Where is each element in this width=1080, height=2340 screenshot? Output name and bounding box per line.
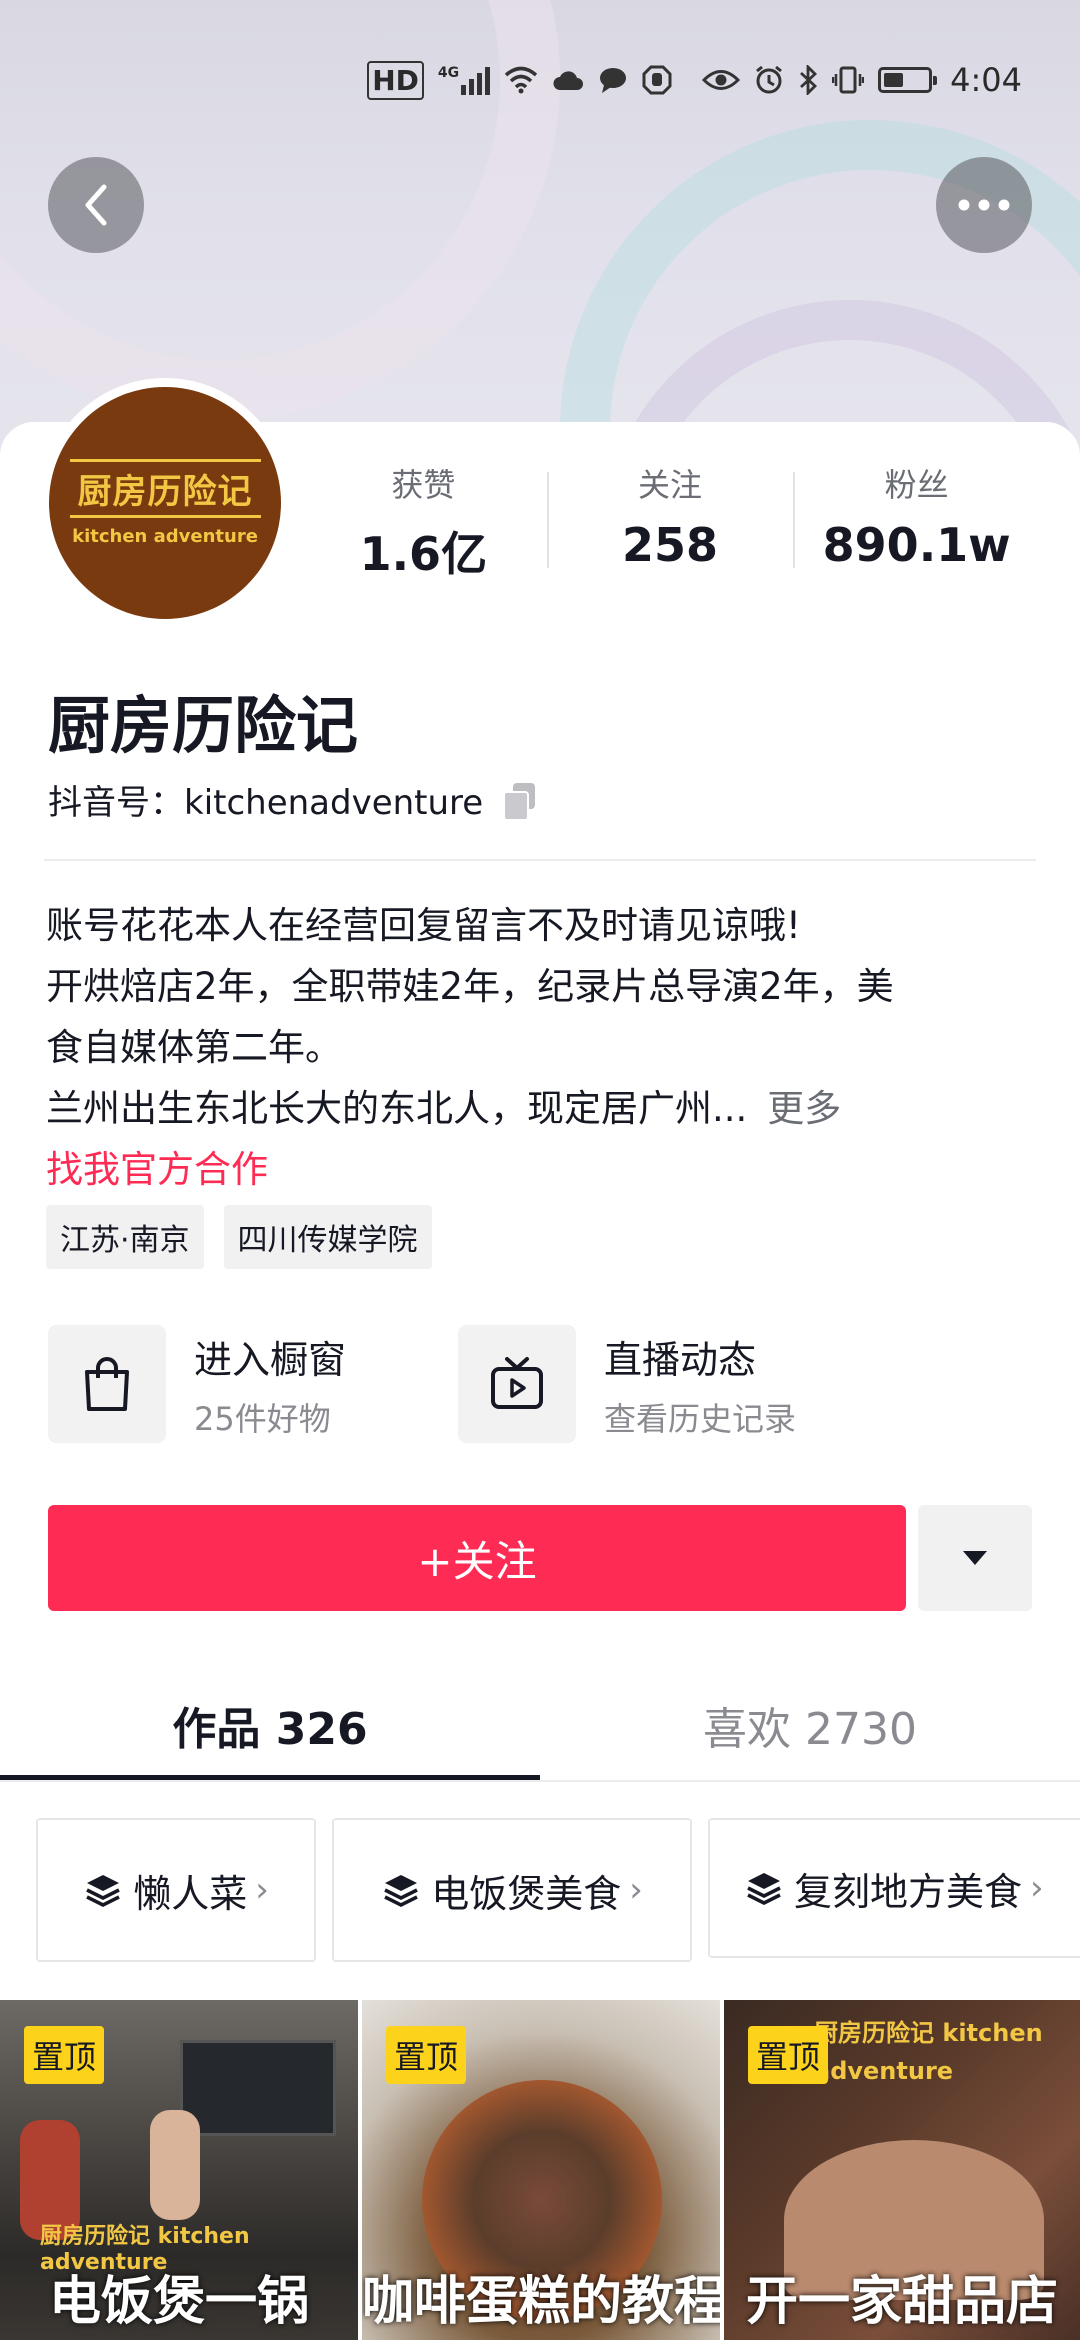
chevron-right-icon: › [629,1870,643,1910]
layers-icon [86,1875,120,1907]
video-grid: 厨房历险记 kitchen adventure 置顶 电饭煲一锅 置顶 咖啡蛋糕… [0,2000,1080,2340]
collections-row: 懒人菜 › 电饭煲美食 › 复刻地方美食 › [36,1818,1080,1962]
battery-icon [878,67,938,93]
vibrate-icon [832,65,865,95]
content-tabs: 作品 326 喜欢 2730 [0,1670,1080,1780]
chevron-right-icon: › [1030,1868,1044,1908]
cloud-icon [552,68,584,92]
tabs-divider [0,1780,1080,1782]
more-options-button[interactable] [936,157,1032,253]
collection-label: 复刻地方美食 [794,1869,1023,1914]
account-id-row: 抖音号：kitchenadventure [48,775,537,824]
status-time: 4:04 [950,61,1022,99]
hd-icon: HD [367,60,424,100]
divider [44,859,1036,861]
pinned-badge: 置顶 [748,2026,829,2084]
shop-window-shortcut[interactable]: 进入橱窗 25件好物 [48,1325,346,1443]
shopping-bag-icon [85,1357,129,1411]
eye-icon [702,67,741,93]
bio-line: 开烘焙店2年，全职带娃2年，纪录片总导演2年，美 [46,965,894,1008]
bio-line: 食自媒体第二年。 [46,1026,342,1069]
stat-likes[interactable]: 获赞 1.6亿 [300,460,547,581]
ellipsis-icon [958,199,1010,211]
avatar-logo-text: 厨房历险记 [69,459,261,518]
shortcut-title: 进入橱窗 [194,1337,347,1382]
shortcut-subtitle: 25件好物 [194,1399,331,1438]
bio-more-link[interactable]: 更多 [767,1087,841,1130]
recommend-dropdown-button[interactable] [918,1505,1032,1611]
pinned-badge: 置顶 [24,2026,105,2084]
shop-window-icon-box [48,1325,166,1443]
stat-followers[interactable]: 粉丝 890.1w [793,460,1040,580]
avatar-image: 厨房历险记 kitchen adventure [49,387,281,619]
bio-line-last: 兰州出生东北长大的东北人，现定居广州... 更多 [46,1078,1036,1139]
stat-label: 关注 [638,466,703,504]
video-thumbnail[interactable]: 置顶 咖啡蛋糕的教程 [362,2000,720,2340]
stat-value: 890.1w [822,518,1011,572]
shortcut-subtitle: 查看历史记录 [604,1399,797,1438]
back-button[interactable] [48,157,144,253]
network-type: 4G [437,65,460,81]
signal-icon: 4G [437,65,491,95]
video-caption: 电饭煲一锅 [48,2272,309,2332]
stat-label: 获赞 [391,466,456,504]
triangle-down-icon [963,1551,987,1565]
thumbnail-scene [150,2110,200,2220]
copy-icon[interactable] [503,782,537,821]
tag-school[interactable]: 四川传媒学院 [223,1205,432,1269]
collection-label: 电饭煲美食 [431,1871,622,1916]
thumbnail-scene [180,2040,336,2136]
chat-icon [598,66,628,94]
video-thumbnail[interactable]: 厨房历险记 kitchen adventure 置顶 开一家甜品店 [724,2000,1080,2340]
tag-location[interactable]: 江苏·南京 [46,1205,204,1269]
hand-icon [642,65,672,95]
profile-tags: 江苏·南京 四川传媒学院 [46,1205,432,1269]
profile-name: 厨房历险记 [48,689,359,762]
shortcut-title: 直播动态 [604,1337,757,1382]
tab-likes[interactable]: 喜欢 2730 [540,1670,1080,1780]
status-bar: HD 4G 4:04 [0,50,1080,110]
tv-play-icon [491,1357,543,1409]
profile-shortcuts: 进入橱窗 25件好物 直播动态 查看历史记录 [48,1325,1038,1443]
bio-line: 兰州出生东北长大的东北人，现定居广州... [46,1087,748,1130]
video-caption: 咖啡蛋糕的教程 [362,2272,720,2332]
collection-chip[interactable]: 懒人菜 › [36,1818,316,1962]
business-cooperation-link[interactable]: 找我官方合作 [46,1139,1036,1200]
bio-line: 账号花花本人在经营回复留言不及时请见谅哦! [46,904,801,947]
live-history-shortcut[interactable]: 直播动态 查看历史记录 [458,1325,796,1443]
avatar[interactable]: 厨房历险记 kitchen adventure [40,378,290,628]
collection-chip[interactable]: 电饭煲美食 › [332,1818,692,1962]
avatar-logo-subtext: kitchen adventure [72,526,258,547]
collection-label: 懒人菜 [133,1871,248,1916]
account-id: 抖音号：kitchenadventure [48,783,484,823]
live-history-icon-box [458,1325,576,1443]
profile-bio: 账号花花本人在经营回复留言不及时请见谅哦! 开烘焙店2年，全职带娃2年，纪录片总… [46,895,1036,1200]
follow-button[interactable]: +关注 [48,1505,906,1611]
chevron-left-icon [85,184,107,226]
layers-icon [384,1875,418,1907]
tab-works[interactable]: 作品 326 [0,1670,540,1780]
stat-following[interactable]: 关注 258 [546,460,794,580]
chevron-right-icon: › [255,1870,269,1910]
video-brand-watermark: 厨房历险记 kitchen adventure [814,2019,1043,2085]
stat-label: 粉丝 [884,466,949,504]
alarm-icon [754,65,784,95]
video-thumbnail[interactable]: 厨房历险记 kitchen adventure 置顶 电饭煲一锅 [0,2000,358,2340]
layers-icon [747,1873,781,1905]
video-caption: 开一家甜品店 [745,2272,1058,2332]
stat-value: 1.6亿 [359,527,488,581]
stat-value: 258 [621,518,719,572]
bluetooth-icon [798,65,818,95]
pinned-badge: 置顶 [386,2026,467,2084]
wifi-icon [504,66,538,94]
profile-stats: 获赞 1.6亿 关注 258 粉丝 890.1w [300,460,1040,581]
collection-chip[interactable]: 复刻地方美食 › [708,1818,1080,1958]
